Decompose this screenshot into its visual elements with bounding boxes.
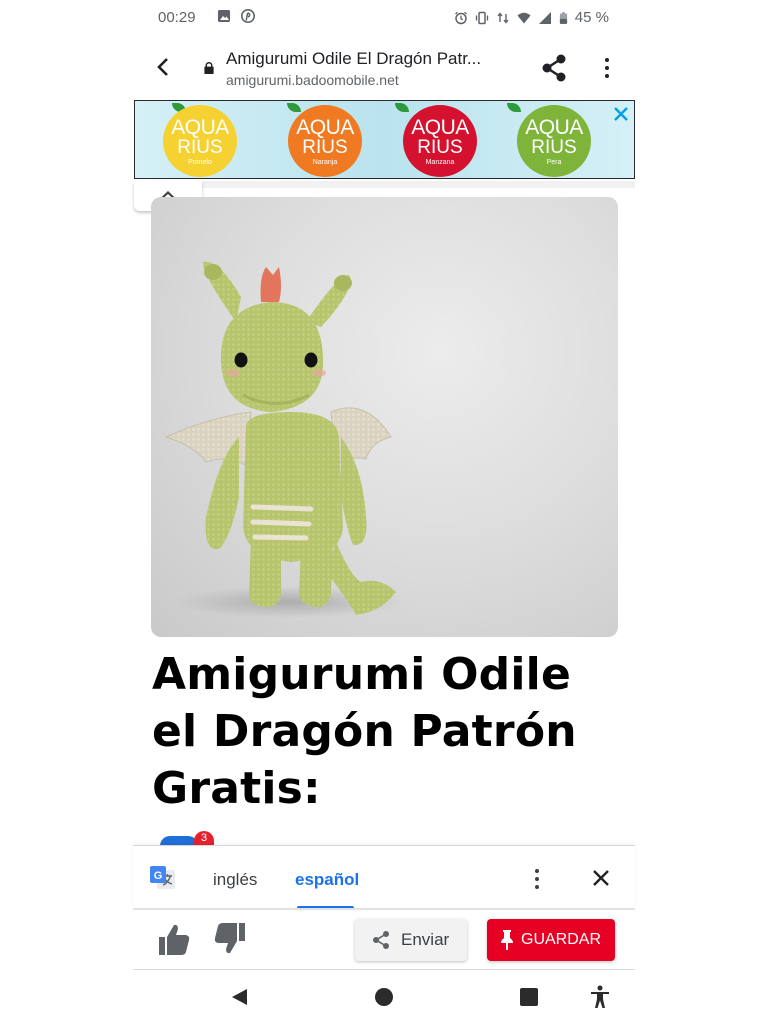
ad-close-icon[interactable] xyxy=(612,105,630,123)
article-heading: Amigurumi Odile el Dragón Patrón Gratis: xyxy=(152,649,577,814)
nav-home-icon[interactable] xyxy=(375,988,393,1006)
svg-text:G: G xyxy=(154,870,163,882)
nav-back-icon[interactable] xyxy=(229,987,249,1007)
close-icon[interactable] xyxy=(589,866,613,890)
ad-item-pera[interactable]: AQUA RIUS Pera xyxy=(517,105,591,177)
tab-source-language[interactable]: inglés xyxy=(213,870,257,890)
browser-toolbar: Amigurumi Odile El Dragón Patr... amigur… xyxy=(133,38,635,96)
battery-level: 45 % xyxy=(574,9,609,26)
back-arrow-icon xyxy=(157,58,168,76)
share-icon xyxy=(542,54,566,82)
leaf-icon xyxy=(287,103,301,112)
page-title: Amigurumi Odile El Dragón Patr... xyxy=(226,49,482,68)
send-label: Enviar xyxy=(401,930,450,949)
ad-banner[interactable]: AQUA RIUS Pomelo AQUA RIUS Naranja AQUA … xyxy=(134,100,635,179)
send-button[interactable]: Enviar xyxy=(355,919,467,961)
tab-target-language[interactable]: español xyxy=(295,870,359,890)
pin-action-bar: Enviar GUARDAR xyxy=(133,910,635,970)
more-options-button[interactable] xyxy=(599,54,615,82)
image-icon xyxy=(218,10,230,22)
status-bar: 00:29 45 % xyxy=(133,0,635,36)
save-label: GUARDAR xyxy=(521,931,602,948)
battery-icon xyxy=(559,11,567,24)
article-image[interactable] xyxy=(151,197,618,637)
banner-shadow xyxy=(202,181,635,188)
nav-recents-icon[interactable] xyxy=(520,988,538,1006)
share-icon xyxy=(373,931,389,949)
save-button[interactable]: GUARDAR xyxy=(487,919,615,961)
lock-icon xyxy=(204,62,214,74)
google-translate-icon: G xyxy=(150,866,175,889)
ad-item-pomelo[interactable]: AQUA RIUS Pomelo xyxy=(163,105,237,177)
accessibility-icon[interactable] xyxy=(589,985,611,1009)
translate-menu-button[interactable] xyxy=(530,866,544,892)
thumbs-up-icon[interactable] xyxy=(155,920,191,958)
back-button[interactable] xyxy=(151,54,175,80)
data-arrows-icon xyxy=(497,11,509,24)
leaf-icon xyxy=(395,103,409,112)
pinterest-icon xyxy=(241,9,255,23)
ad-item-manzana[interactable]: AQUA RIUS Manzana xyxy=(403,105,477,177)
translate-bar: G inglés español xyxy=(133,845,635,910)
leaf-icon xyxy=(507,103,521,112)
dragon-amigurumi-photo xyxy=(164,261,406,618)
page-url[interactable]: amigurumi.badoomobile.net xyxy=(226,72,399,88)
system-navigation-bar xyxy=(133,970,635,1024)
thumbs-down-icon[interactable] xyxy=(213,920,249,958)
more-vert-icon xyxy=(535,869,539,873)
vibrate-icon xyxy=(475,11,488,24)
signal-icon xyxy=(538,11,551,24)
share-button[interactable] xyxy=(538,52,570,84)
status-time: 00:29 xyxy=(158,9,196,26)
notification-badge: 3 xyxy=(194,831,214,846)
ad-item-naranja[interactable]: AQUA RIUS Naranja xyxy=(288,105,362,177)
more-vert-icon xyxy=(605,58,609,62)
wifi-icon xyxy=(517,12,531,23)
alarm-icon xyxy=(454,11,467,24)
pin-icon xyxy=(501,930,513,950)
